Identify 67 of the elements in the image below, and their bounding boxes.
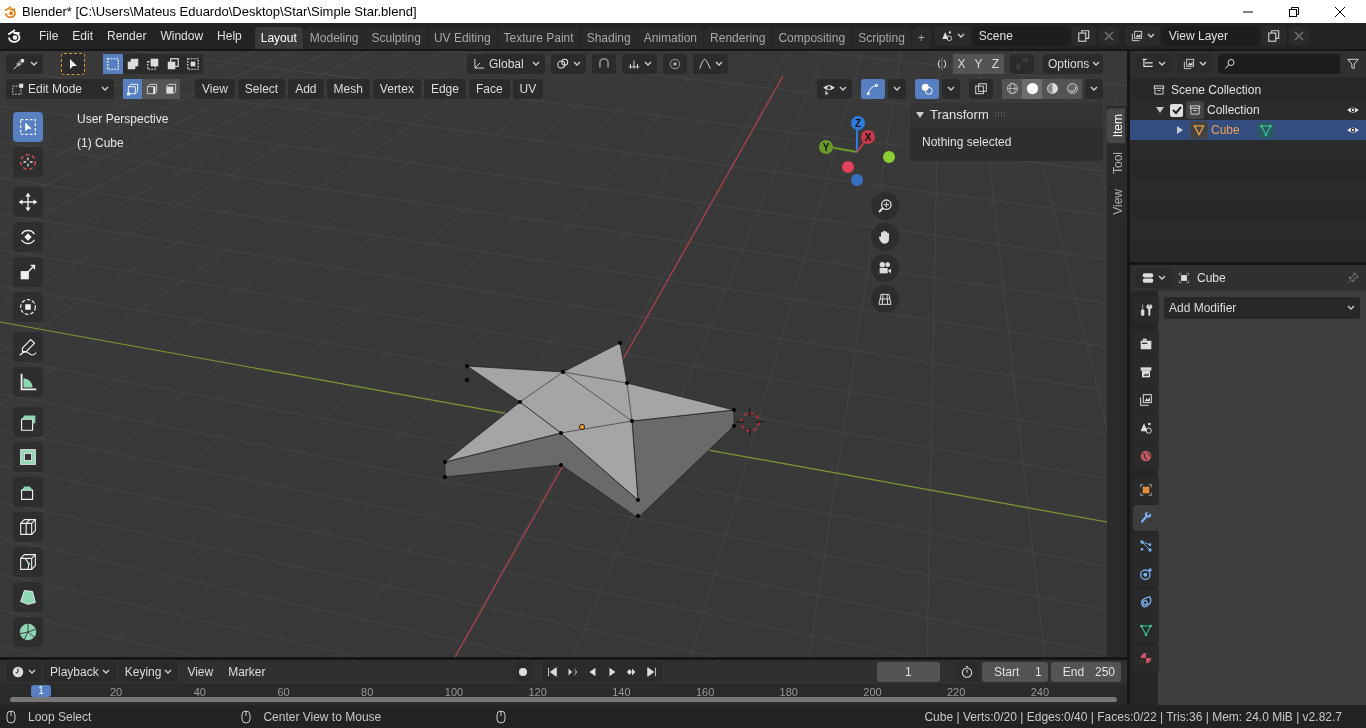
- workspace-tab[interactable]: Scripting: [852, 27, 911, 49]
- viewport-info-text: User Perspective: [77, 111, 169, 128]
- menu-item[interactable]: Edge: [423, 78, 466, 99]
- menu-item[interactable]: Add: [288, 78, 324, 99]
- navigation-gizmo[interactable]: Z X Y: [819, 116, 895, 186]
- playhead[interactable]: 1: [31, 685, 51, 697]
- menu-item[interactable]: Face: [468, 78, 510, 99]
- add-workspace-button[interactable]: +: [911, 27, 931, 49]
- menu-dropdown[interactable]: Keying: [118, 662, 179, 682]
- menu-dropdown[interactable]: Playback: [44, 662, 116, 682]
- frame-number: 220: [947, 685, 966, 700]
- frame-number: 120: [528, 685, 547, 700]
- start-frame-field[interactable]: Start 1: [981, 662, 1048, 682]
- outliner-item-label: Collection: [1207, 102, 1260, 119]
- mode-dropdown[interactable]: Edit Mode: [6, 78, 114, 99]
- frame-number: 160: [695, 685, 715, 700]
- status-hint: Loop Select: [28, 708, 92, 726]
- frame-number: 180: [779, 685, 798, 700]
- frame-number: 80: [361, 685, 374, 700]
- frame-field[interactable]: 1: [876, 662, 940, 682]
- panel-message: Nothing selected: [922, 135, 1012, 149]
- menu-item[interactable]: View: [181, 662, 220, 682]
- menu-item[interactable]: Select: [237, 78, 286, 99]
- end-frame-field[interactable]: End 250: [1050, 662, 1121, 682]
- status-hint: Center View to Mouse: [263, 708, 382, 726]
- frame-number: 200: [863, 685, 882, 700]
- options-dropdown[interactable]: Options: [1043, 53, 1103, 74]
- menu-item[interactable]: Window: [153, 23, 211, 49]
- menu-item[interactable]: UV: [512, 78, 544, 99]
- frame-number: 40: [193, 685, 206, 700]
- frame-number: 140: [612, 685, 631, 700]
- frame-number: 60: [277, 685, 290, 700]
- workspace-tab[interactable]: Modeling: [303, 27, 365, 49]
- workspace-tab[interactable]: Layout: [254, 27, 303, 49]
- workspace-tab[interactable]: Shading: [580, 27, 637, 49]
- frame-number: 100: [444, 685, 464, 700]
- axis-toggle[interactable]: Y: [970, 53, 987, 74]
- workspace-tab[interactable]: UV Editing: [427, 27, 497, 49]
- object-name: Cube: [1197, 270, 1226, 287]
- frame-number: 20: [110, 685, 123, 700]
- menu-item[interactable]: Help: [210, 23, 249, 49]
- axis-toggle[interactable]: Z: [987, 53, 1004, 74]
- menu-item[interactable]: File: [32, 23, 66, 49]
- viewport-info-text: (1) Cube: [77, 135, 125, 152]
- window-title: Blender* [C:\Users\Mateus Eduardo\Desktop\Star\Simple Star.blend]: [22, 2, 417, 21]
- workspace-tab[interactable]: Texture Paint: [497, 27, 580, 49]
- orientation-dropdown[interactable]: Global: [467, 53, 545, 74]
- add-modifier-dropdown[interactable]: Add Modifier: [1164, 297, 1360, 319]
- menu-item[interactable]: View: [195, 78, 235, 99]
- workspace-tab[interactable]: Compositing: [772, 27, 852, 49]
- name-field[interactable]: Scene: [972, 26, 1069, 46]
- outliner-item-label: Scene Collection: [1171, 82, 1262, 99]
- axis-toggle[interactable]: X: [953, 53, 970, 74]
- menu-item[interactable]: Marker: [222, 662, 272, 682]
- workspace-tab[interactable]: Animation: [637, 27, 704, 49]
- menu-item[interactable]: Vertex: [372, 78, 421, 99]
- frame-number: 240: [1030, 685, 1050, 700]
- menu-item[interactable]: Edit: [65, 23, 101, 49]
- sidebar-tab[interactable]: Item: [1107, 108, 1125, 144]
- workspace-tab[interactable]: Rendering: [704, 27, 772, 49]
- menu-item[interactable]: Render: [100, 23, 154, 49]
- outliner-item-label: Cube: [1211, 122, 1240, 139]
- scene-statistics: Cube | Verts:0/20 | Edges:0/40 | Faces:0/22 | Tris:36 | Mem: 24.0 MiB | v2.82.7: [924, 708, 1342, 726]
- workspace-tab[interactable]: Sculpting: [365, 27, 427, 49]
- name-field[interactable]: View Layer: [1162, 26, 1259, 46]
- outliner-row[interactable]: Cube: [1130, 120, 1366, 140]
- menu-item[interactable]: Mesh: [326, 78, 370, 99]
